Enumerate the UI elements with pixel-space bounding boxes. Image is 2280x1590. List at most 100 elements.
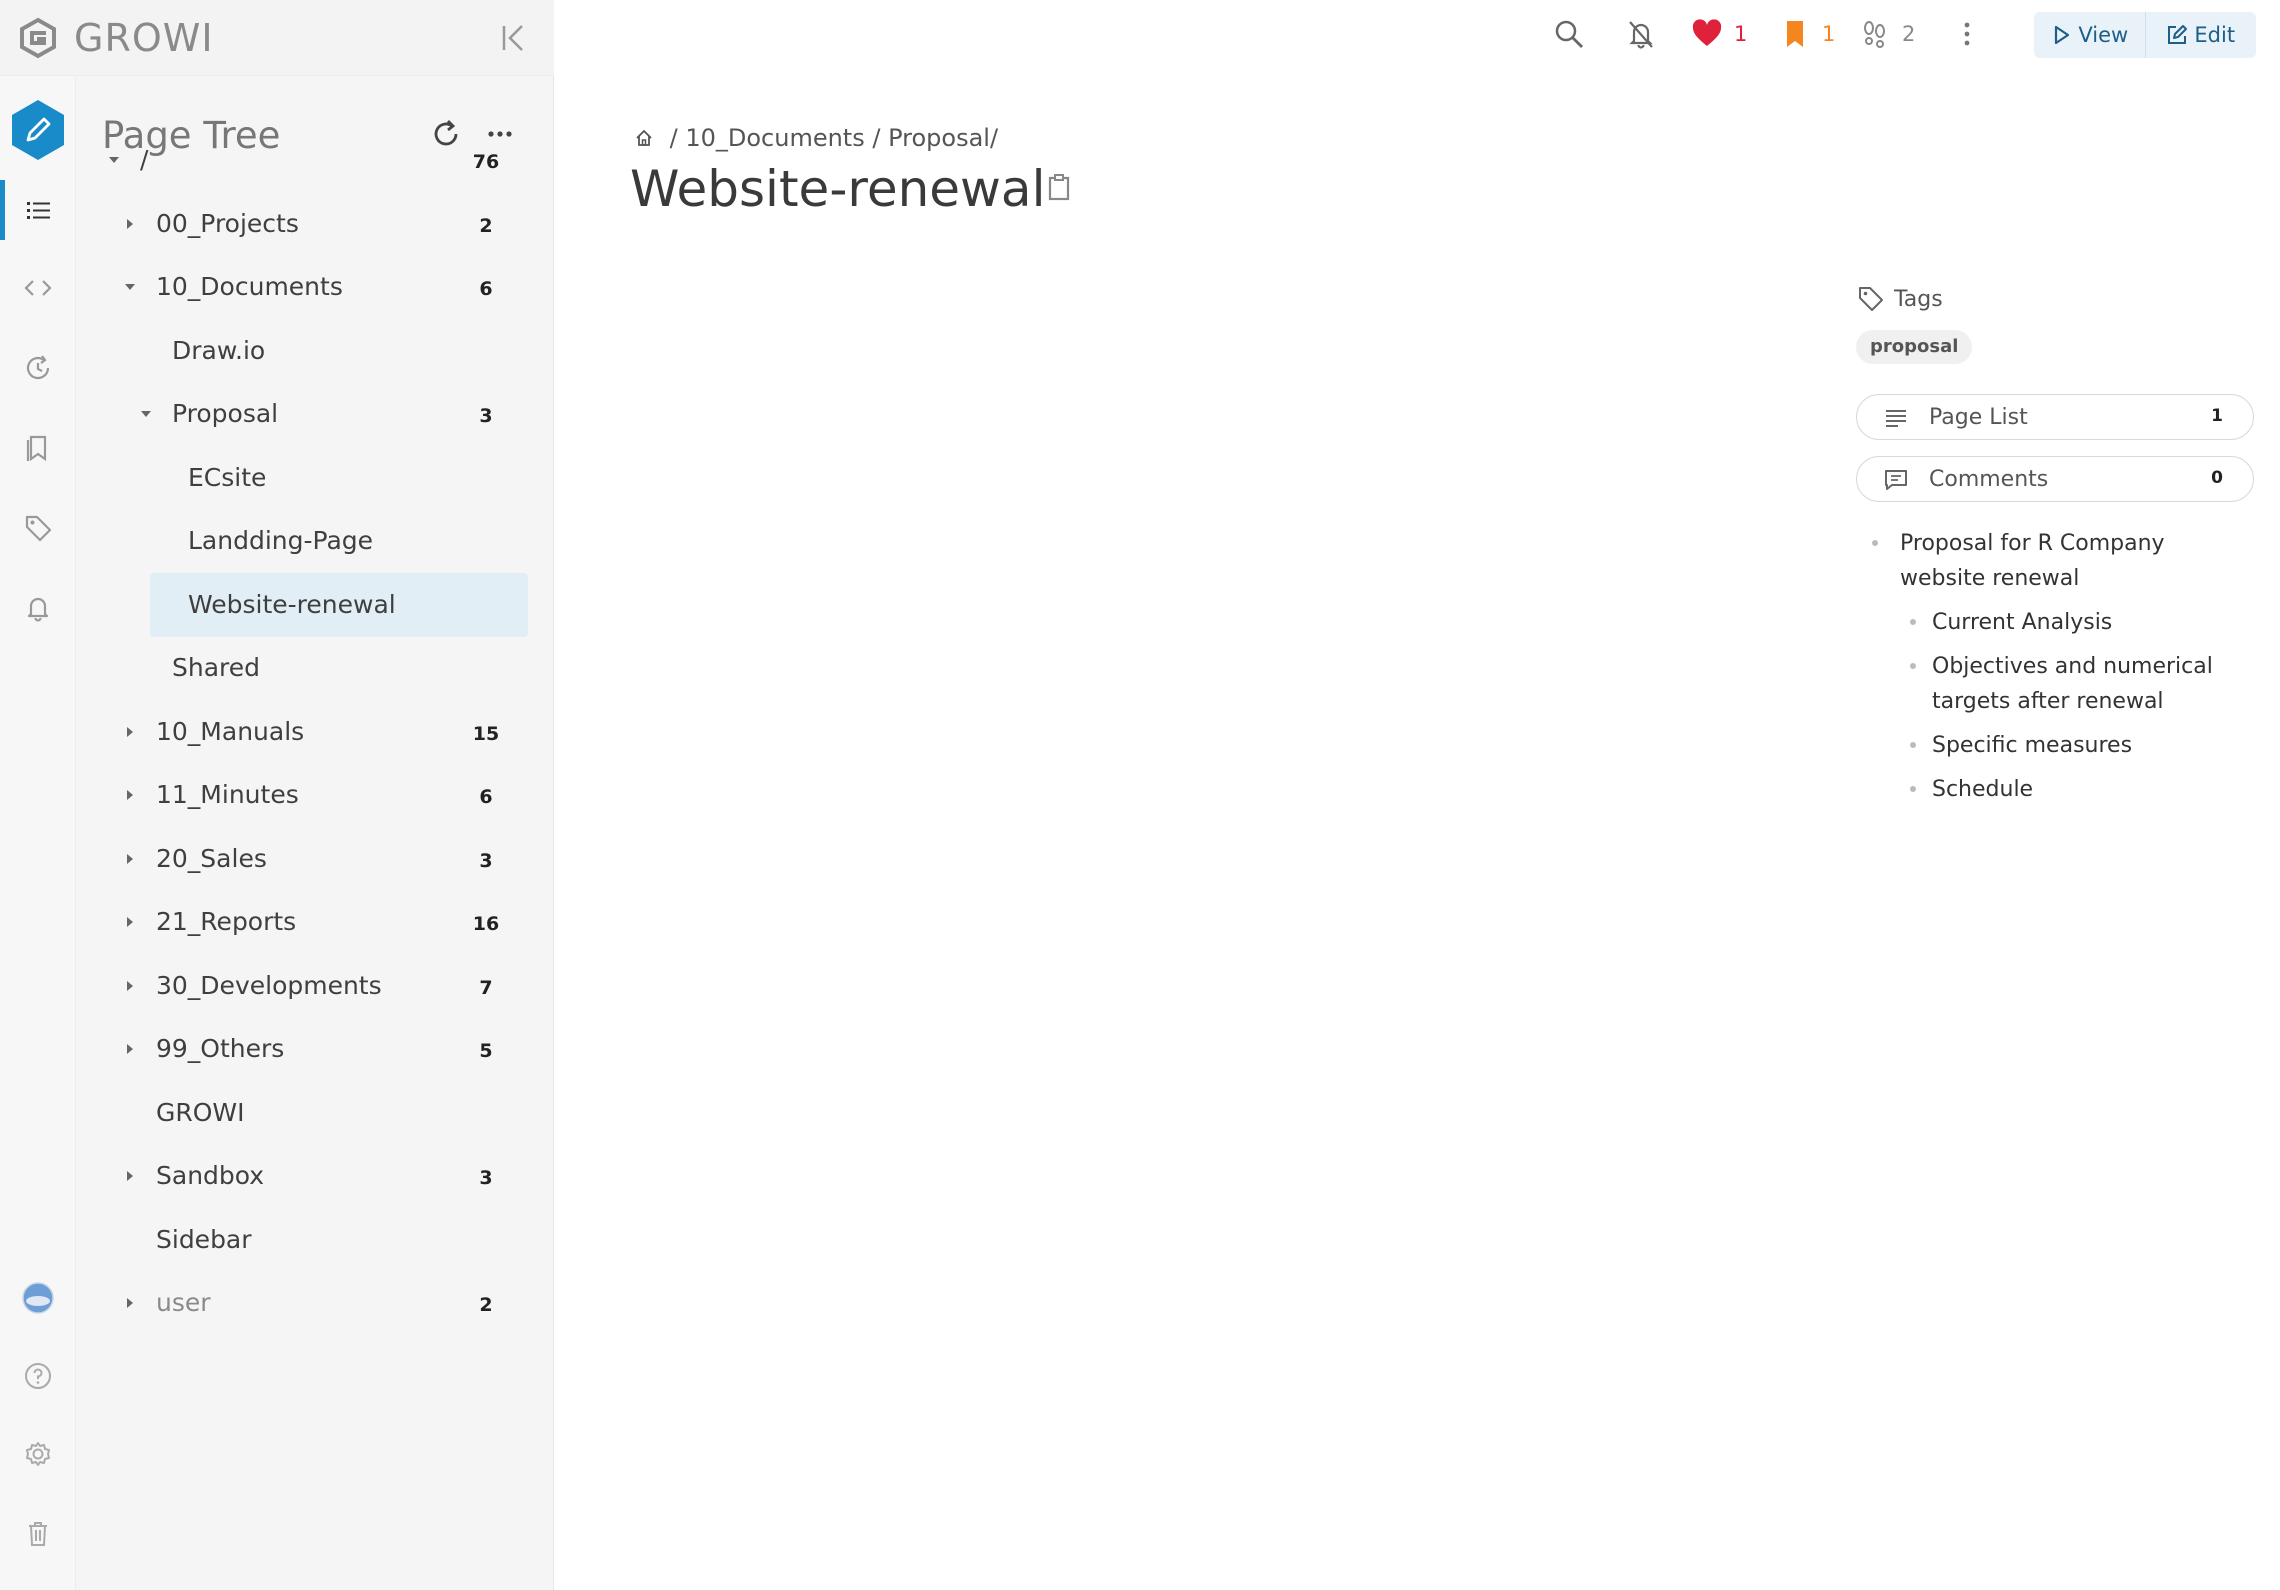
- view-button[interactable]: View: [2034, 12, 2145, 58]
- tree-item-label: 00_Projects: [156, 208, 299, 238]
- tree-item[interactable]: ECsite: [76, 448, 554, 508]
- bell-icon: [27, 597, 49, 622]
- tree-item[interactable]: 21_Reports 16: [76, 892, 554, 952]
- like-button[interactable]: 1: [1690, 14, 1747, 54]
- descendant-count-badge: 6: [479, 786, 493, 808]
- toc-item[interactable]: Schedule: [1900, 772, 2256, 807]
- comments-button[interactable]: Comments 0: [1856, 456, 2254, 502]
- tag-icon: [1859, 287, 1883, 311]
- tree-item[interactable]: / 76: [76, 130, 554, 190]
- user-avatar-button[interactable]: [0, 1268, 76, 1328]
- tree-item[interactable]: Landding-Page: [76, 511, 554, 571]
- tree-item[interactable]: 99_Others 5: [76, 1019, 554, 1079]
- settings-button[interactable]: [0, 1424, 76, 1484]
- page-tree-sidebar: Page Tree /76 00_Projects 2 10_Documents 6 Dr…: [76, 76, 554, 1590]
- page-title: Website-renewal: [630, 160, 1046, 218]
- tree-item[interactable]: 00_Projects 2: [76, 194, 554, 254]
- bookmark-button[interactable]: 1: [1778, 14, 1835, 54]
- home-icon[interactable]: [634, 128, 654, 148]
- caret-right-icon[interactable]: [120, 1039, 140, 1059]
- caret-down-icon[interactable]: [120, 277, 140, 297]
- caret-right-icon[interactable]: [120, 785, 140, 805]
- breadcrumb-item[interactable]: 10_Documents: [685, 124, 864, 152]
- tags-nav-button[interactable]: [0, 498, 76, 558]
- caret-down-icon[interactable]: [104, 150, 124, 170]
- toc-item[interactable]: Proposal for R Company website renewal: [1866, 526, 2256, 596]
- descendant-count-badge: 2: [479, 1294, 493, 1316]
- tree-item[interactable]: Shared: [76, 638, 554, 698]
- tree-item-label: 10_Documents: [156, 272, 343, 301]
- recent-changes-nav-button[interactable]: [0, 338, 76, 398]
- caret-right-icon[interactable]: [120, 912, 140, 932]
- descendant-count-badge: 16: [472, 913, 500, 935]
- breadcrumb-item[interactable]: Proposal: [888, 124, 990, 152]
- app-name: GROWI: [74, 15, 214, 60]
- toc-item[interactable]: Objectives and numerical targets after r…: [1900, 649, 2256, 719]
- page-tree-nav-button[interactable]: [0, 180, 76, 240]
- avatar: [22, 1282, 54, 1314]
- toc-item[interactable]: Current Analysis: [1900, 605, 2256, 640]
- create-page-button[interactable]: [6, 98, 70, 162]
- caret-right-icon[interactable]: [120, 1166, 140, 1186]
- bookmarks-nav-button[interactable]: [0, 418, 76, 478]
- page-list-button[interactable]: Page List 1: [1856, 394, 2254, 440]
- tree-item[interactable]: Sidebar: [76, 1210, 554, 1270]
- descendant-count-badge: 3: [479, 849, 493, 872]
- heart-icon: [1692, 19, 1722, 46]
- footprints-icon: [1864, 21, 1885, 48]
- caret-right-icon[interactable]: [120, 722, 140, 742]
- tree-item[interactable]: 10_Documents 6: [76, 257, 554, 317]
- tree-item[interactable]: 20_Sales 3: [76, 829, 554, 889]
- collapse-sidebar-icon[interactable]: [496, 20, 532, 56]
- list-icon: [27, 202, 50, 219]
- tag-badge[interactable]: proposal: [1856, 330, 1973, 364]
- list-lines-icon: [1886, 410, 1906, 427]
- tree-item[interactable]: GROWI: [76, 1083, 554, 1143]
- breadcrumb: / 10_Documents / Proposal /: [634, 124, 998, 152]
- help-button[interactable]: [0, 1346, 76, 1406]
- trash-button[interactable]: [0, 1504, 76, 1564]
- edit-icon: [2168, 25, 2188, 44]
- caret-right-icon[interactable]: [120, 214, 140, 234]
- tree-item[interactable]: user 2: [76, 1273, 554, 1333]
- subscribe-button[interactable]: [1624, 14, 1658, 54]
- bookmark-filled-icon: [1787, 21, 1803, 47]
- brand-bar: GROWI: [0, 0, 554, 76]
- seen-users-button[interactable]: 2: [1858, 14, 1915, 54]
- caret-right-icon[interactable]: [120, 976, 140, 996]
- descendant-count-badge: 76: [472, 151, 500, 173]
- descendant-count-badge: 6: [479, 278, 493, 300]
- tree-item[interactable]: Website-renewal: [76, 572, 554, 637]
- view-label: View: [2078, 23, 2129, 47]
- comments-count: 0: [2211, 468, 2223, 488]
- tree-item-label: Sandbox: [156, 1161, 265, 1190]
- tree-item[interactable]: Proposal 3: [76, 384, 554, 444]
- edit-button[interactable]: Edit: [2144, 12, 2257, 58]
- bell-off-icon: [1629, 21, 1653, 49]
- tags-header[interactable]: Tags: [1856, 284, 1943, 314]
- copy-path-icon[interactable]: [1044, 172, 1074, 202]
- bookmark-count: 1: [1822, 22, 1836, 46]
- notifications-nav-button[interactable]: [0, 578, 76, 638]
- page-list-label: Page List: [1929, 405, 2028, 430]
- page-menu-button[interactable]: [1950, 14, 1984, 54]
- tree-item[interactable]: 11_Minutes 6: [76, 765, 554, 825]
- tree-item[interactable]: Draw.io: [76, 321, 554, 381]
- tree-item[interactable]: 30_Developments 7: [76, 956, 554, 1016]
- tree-item-label: Proposal: [172, 399, 279, 428]
- tree-item-label: 21_Reports: [156, 907, 297, 936]
- tree-item-label: user: [156, 1288, 211, 1317]
- tree-item[interactable]: 10_Manuals 15: [76, 702, 554, 762]
- custom-sidebar-nav-button[interactable]: [0, 258, 76, 318]
- tree-item[interactable]: Sandbox 3: [76, 1146, 554, 1206]
- tree-item-label: Landding-Page: [188, 526, 374, 555]
- growi-logo-icon[interactable]: [16, 16, 60, 60]
- caret-down-icon[interactable]: [136, 404, 156, 424]
- caret-right-icon[interactable]: [120, 1293, 140, 1313]
- descendant-count-badge: 2: [479, 214, 493, 237]
- history-icon: [26, 355, 50, 380]
- toc-item[interactable]: Specific measures: [1900, 728, 2256, 763]
- tree-item-label: 30_Developments: [156, 970, 382, 1000]
- search-button[interactable]: [1552, 14, 1586, 54]
- caret-right-icon[interactable]: [120, 849, 140, 869]
